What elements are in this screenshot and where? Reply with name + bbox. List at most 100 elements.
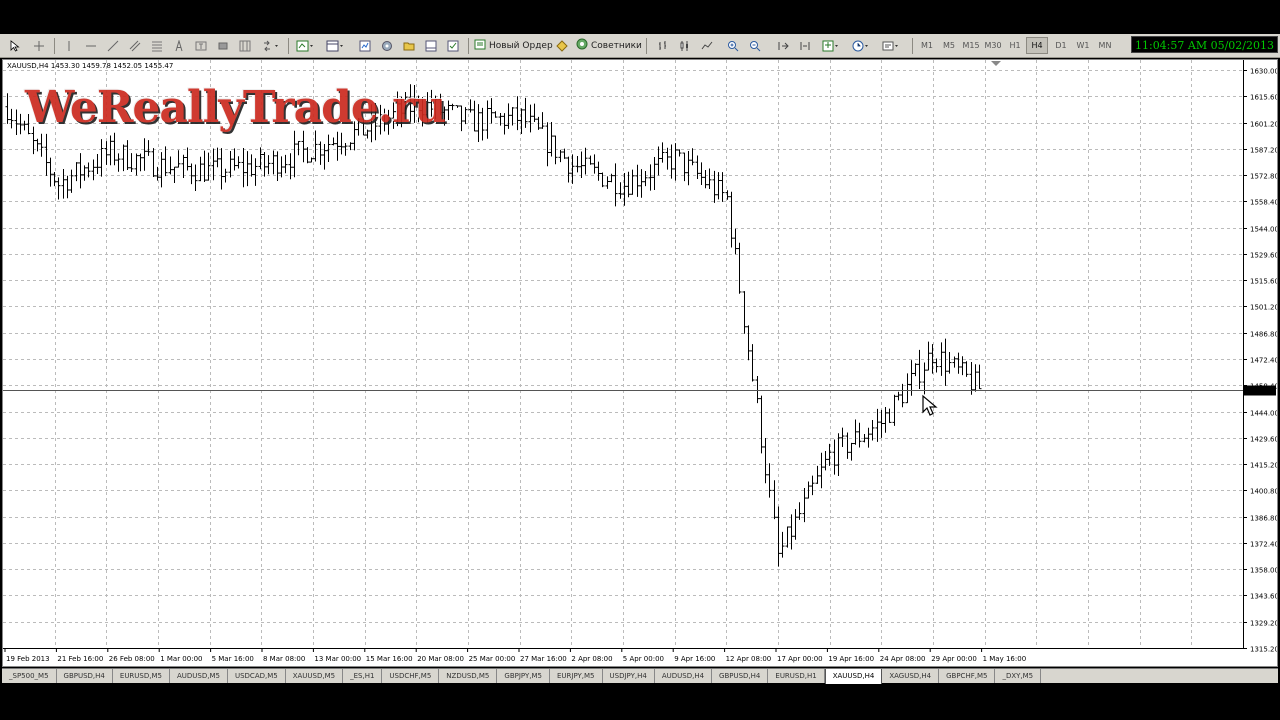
cursor-icon[interactable]	[6, 37, 24, 54]
periods-icon[interactable]	[852, 37, 870, 54]
chart-tab[interactable]: USDCHF,M5	[382, 669, 440, 683]
timeframe-m15[interactable]: M15	[960, 37, 982, 54]
chart-tab[interactable]: GBPUSD,H4	[712, 669, 769, 683]
toolbar-separator	[288, 38, 289, 54]
profiles-icon[interactable]	[326, 37, 344, 54]
zoom-out-icon[interactable]	[746, 37, 764, 54]
time-axis-label: 2 Apr 08:00	[571, 655, 612, 663]
chart-tab[interactable]: XAGUSD,H4	[882, 669, 940, 683]
zoom-in-icon[interactable]	[724, 37, 742, 54]
arrows-dropdown-icon[interactable]	[262, 37, 280, 54]
chart-tab[interactable]: GBPJPY,M5	[497, 669, 550, 683]
market-watch-icon[interactable]	[356, 37, 374, 54]
price-axis-label: 1386.80	[1250, 515, 1277, 523]
data-window-icon[interactable]	[378, 37, 396, 54]
line-chart-icon[interactable]	[698, 37, 716, 54]
time-axis-label: 27 Mar 16:00	[520, 655, 567, 663]
price-axis-label: 1472.40	[1250, 357, 1277, 365]
text-tool-icon[interactable]	[170, 37, 188, 54]
chart-tab[interactable]: EURUSD,H1	[768, 669, 825, 683]
chart-tab[interactable]: GBPCHF,M5	[939, 669, 996, 683]
text-label-icon[interactable]	[192, 37, 210, 54]
toolbar: Новый Ордер Советники M1 M5 M15 M30 H1 H…	[0, 34, 1280, 58]
vertical-line-icon[interactable]	[60, 37, 78, 54]
price-chart[interactable]: 1630.00 1615.60 1601.20 1587.20 1572.80 1558.…	[2, 59, 1278, 667]
timeframe-h4[interactable]: H4	[1026, 37, 1048, 54]
time-axis-label: 19 Feb 2013	[6, 655, 50, 663]
chart-shift-marker	[991, 61, 1001, 66]
chart-tab[interactable]: XAUUSD,H4	[824, 669, 883, 685]
price-axis-label: 1630.00	[1250, 68, 1277, 76]
indicators-icon[interactable]	[822, 37, 840, 54]
price-axis-label: 1444.00	[1250, 410, 1277, 418]
crosshair-icon[interactable]	[30, 37, 48, 54]
time-axis-label: 13 Mar 00:00	[314, 655, 361, 663]
trendline-icon[interactable]	[104, 37, 122, 54]
terminal-icon[interactable]	[422, 37, 440, 54]
price-axis-label: 1501.20	[1250, 304, 1277, 312]
expert-advisors-button[interactable]: Советники	[576, 37, 642, 54]
chart-tab[interactable]: EURJPY,M5	[550, 669, 603, 683]
timeframe-m1[interactable]: M1	[916, 37, 938, 54]
bottom-letterbox	[0, 684, 1280, 720]
time-axis-label: 9 Apr 16:00	[674, 655, 715, 663]
chart-tab[interactable]: NZDUSD,M5	[439, 669, 498, 683]
time-axis-label: 24 Apr 08:00	[880, 655, 926, 663]
time-axis-label: 1 May 16:00	[983, 655, 1027, 663]
price-axis-label: 1587.20	[1250, 147, 1277, 155]
price-axis-label: 1486.80	[1250, 331, 1277, 339]
strategy-tester-icon[interactable]	[444, 37, 462, 54]
chart-tab[interactable]: USDJPY,H4	[603, 669, 655, 683]
timeframe-m30[interactable]: M30	[982, 37, 1004, 54]
bar-chart-icon[interactable]	[654, 37, 672, 54]
time-axis-label: 5 Mar 16:00	[212, 655, 254, 663]
price-axis-label: 1515.60	[1250, 278, 1277, 286]
chart-tab[interactable]: AUDUSD,H4	[655, 669, 713, 683]
price-axis-label: 1329.20	[1250, 620, 1277, 628]
price-axis-label: 1615.60	[1250, 94, 1277, 102]
chart-tab[interactable]: _ES,H1	[343, 669, 383, 683]
channel-icon[interactable]	[126, 37, 144, 54]
new-chart-icon[interactable]	[296, 37, 314, 54]
price-axis-label: 1544.00	[1250, 226, 1277, 234]
chart-canvas: 1630.00 1615.60 1601.20 1587.20 1572.80 1558.…	[3, 60, 1277, 663]
chart-tab[interactable]: USDCAD,M5	[228, 669, 286, 683]
fibonacci-icon[interactable]	[148, 37, 166, 54]
time-axis-label: 1 Mar 00:00	[160, 655, 202, 663]
timeframe-w1[interactable]: W1	[1072, 37, 1094, 54]
rectangle-icon[interactable]	[214, 37, 232, 54]
terminal-window: Новый Ордер Советники M1 M5 M15 M30 H1 H…	[0, 0, 1280, 720]
time-axis-label: 5 Apr 00:00	[623, 655, 664, 663]
chart-shift-icon[interactable]	[796, 37, 814, 54]
expert-advisors-label: Советники	[591, 40, 642, 51]
time-axis-label: 20 Mar 08:00	[417, 655, 464, 663]
chart-tab[interactable]: EURUSD,M5	[113, 669, 170, 683]
timeframe-h1[interactable]: H1	[1004, 37, 1026, 54]
templates-icon[interactable]	[882, 37, 900, 54]
timeframe-d1[interactable]: D1	[1050, 37, 1072, 54]
price-axis-label: 1529.60	[1250, 252, 1277, 260]
toolbar-separator	[468, 38, 469, 54]
new-order-button[interactable]: Новый Ордер	[474, 37, 553, 54]
price-axis-label: 1429.60	[1250, 436, 1277, 444]
auto-scroll-icon[interactable]	[774, 37, 792, 54]
grid-icon[interactable]	[236, 37, 254, 54]
horizontal-line-icon[interactable]	[82, 37, 100, 54]
time-axis-label: 12 Apr 08:00	[726, 655, 772, 663]
chart-tab[interactable]: AUDUSD,M5	[170, 669, 228, 683]
chart-tab[interactable]: XAUUSD,M5	[286, 669, 344, 683]
chart-tab[interactable]: _DXY,M5	[995, 669, 1042, 683]
chart-tab[interactable]: _SP500_M5	[2, 669, 57, 683]
chart-tab[interactable]: GBPUSD,H4	[57, 669, 113, 683]
time-axis-label: 25 Mar 00:00	[469, 655, 516, 663]
price-axis-label: 1343.60	[1250, 593, 1277, 601]
timeframe-mn[interactable]: MN	[1094, 37, 1116, 54]
metaeditor-icon[interactable]	[553, 37, 571, 54]
candlestick-icon[interactable]	[676, 37, 694, 54]
chart-tab-bar: _SP500_M5 GBPUSD,H4 EURUSD,M5 AUDUSD,M5 USDC…	[2, 668, 1278, 685]
time-axis-label: 29 Apr 00:00	[931, 655, 977, 663]
timeframe-m5[interactable]: M5	[938, 37, 960, 54]
navigator-icon[interactable]	[400, 37, 418, 54]
time-axis-label: 8 Mar 08:00	[263, 655, 305, 663]
price-axis-label: 1315.20	[1250, 646, 1277, 654]
